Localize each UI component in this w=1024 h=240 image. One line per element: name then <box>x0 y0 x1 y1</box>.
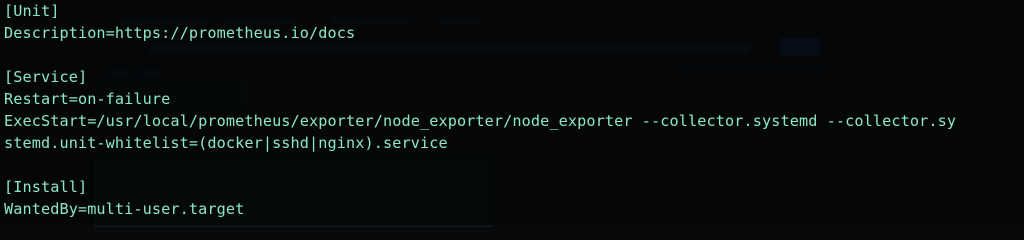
terminal-line: Description=https://prometheus.io/docs <box>4 24 356 42</box>
terminal-line: [Install] <box>4 178 88 196</box>
terminal-line: ExecStart=/usr/local/prometheus/exporter… <box>4 112 957 130</box>
terminal-line: [Service] <box>4 68 88 86</box>
terminal-line: WantedBy=multi-user.target <box>4 200 245 218</box>
terminal-line: Restart=on-failure <box>4 90 171 108</box>
terminal-line: stemd.unit-whitelist=(docker|sshd|nginx)… <box>4 134 448 152</box>
terminal-line: [Unit] <box>4 2 60 20</box>
terminal-window[interactable]: [Unit] Description=https://prometheus.io… <box>0 0 1024 225</box>
